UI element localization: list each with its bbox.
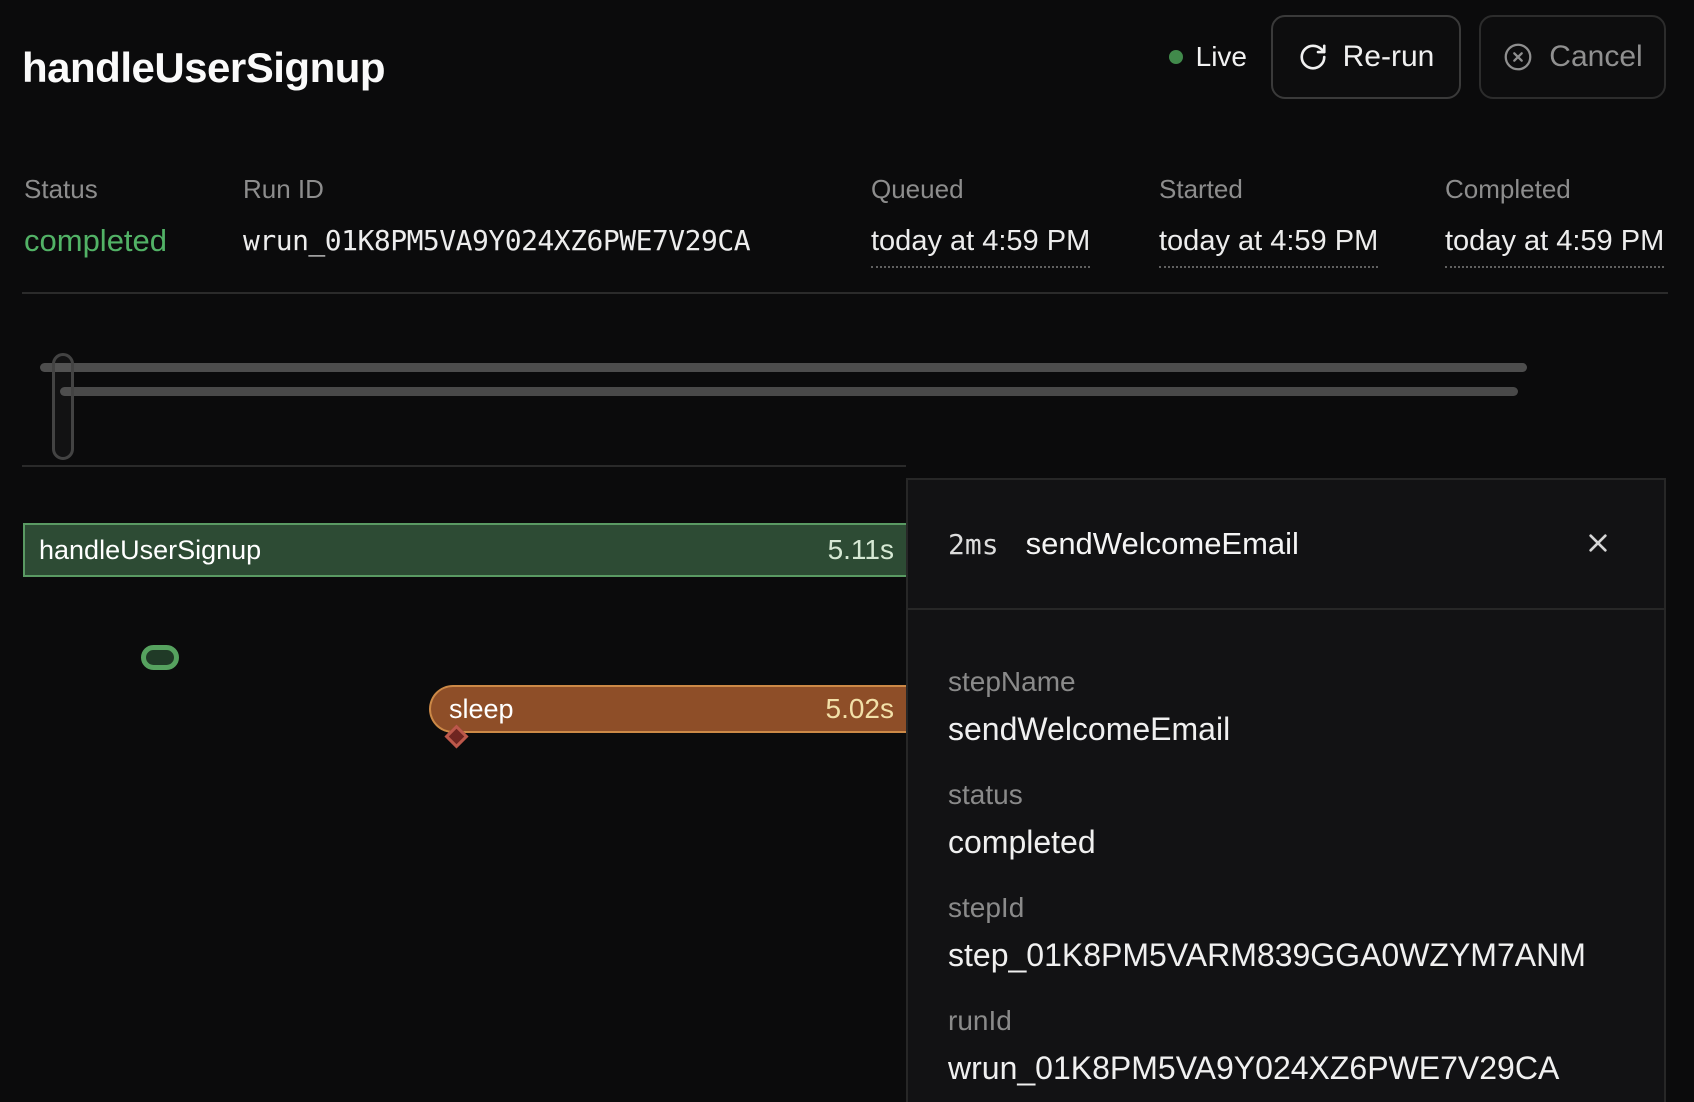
queued-time[interactable]: today at 4:59 PM	[871, 222, 1090, 268]
cancel-circle-x-icon	[1502, 41, 1534, 73]
panel-close-button[interactable]	[1578, 523, 1618, 566]
field-value: completed	[948, 822, 1634, 862]
completed-time[interactable]: today at 4:59 PM	[1445, 222, 1664, 268]
meta-run-id: Run ID wrun_01K8PM5VA9Y024XZ6PWE7V29CA	[243, 172, 750, 260]
field-label: status	[948, 777, 1634, 813]
span-name: handleUserSignup	[39, 535, 261, 566]
meta-queued-label: Queued	[871, 172, 1090, 206]
meta-queued: Queued today at 4:59 PM	[871, 172, 1090, 268]
field-value: step_01K8PM5VARM839GGA0WZYM7ANM	[948, 935, 1634, 975]
minimap-brush-handle[interactable]	[52, 353, 74, 460]
step-detail-panel: 2ms sendWelcomeEmail stepName sendWelcom…	[906, 478, 1666, 1102]
cancel-label: Cancel	[1549, 40, 1642, 74]
page-title: handleUserSignup	[22, 44, 385, 92]
span-duration: 5.11s	[828, 534, 894, 566]
status-badge: completed	[24, 222, 167, 260]
field-value: sendWelcomeEmail	[948, 709, 1634, 749]
field-value: wrun_01K8PM5VA9Y024XZ6PWE7V29CA	[948, 1048, 1634, 1088]
step-detail-header: 2ms sendWelcomeEmail	[908, 480, 1664, 610]
field-label: stepName	[948, 664, 1634, 700]
step-detail-body: stepName sendWelcomeEmail status complet…	[908, 610, 1664, 1088]
field-label: stepId	[948, 890, 1634, 926]
span-handleUserSignup[interactable]: handleUserSignup 5.11s	[23, 523, 906, 577]
span-name: sleep	[449, 694, 514, 725]
meta-started: Started today at 4:59 PM	[1159, 172, 1378, 268]
started-time[interactable]: today at 4:59 PM	[1159, 222, 1378, 268]
meta-started-label: Started	[1159, 172, 1378, 206]
span-sendWelcomeEmail-pill[interactable]	[141, 645, 179, 670]
span-duration: 5.02s	[826, 693, 895, 725]
step-duration-badge: 2ms	[948, 528, 999, 561]
meta-status: Status completed	[24, 172, 167, 260]
minimap-track-bar-1[interactable]	[40, 363, 1527, 372]
header-actions: Live Re-run Cancel	[1169, 15, 1666, 99]
meta-run-id-label: Run ID	[243, 172, 750, 206]
minimap-track-bar-2[interactable]	[60, 387, 1518, 396]
rerun-button[interactable]: Re-run	[1271, 15, 1461, 99]
field-stepId: stepId step_01K8PM5VARM839GGA0WZYM7ANM	[948, 890, 1634, 975]
field-status: status completed	[948, 777, 1634, 862]
field-label: runId	[948, 1003, 1634, 1039]
chart-top-border	[22, 465, 906, 467]
meta-completed-label: Completed	[1445, 172, 1664, 206]
refresh-icon	[1298, 42, 1328, 72]
field-runId: runId wrun_01K8PM5VA9Y024XZ6PWE7V29CA	[948, 1003, 1634, 1088]
cancel-button[interactable]: Cancel	[1479, 15, 1666, 99]
live-indicator: Live	[1169, 41, 1247, 73]
step-detail-title: sendWelcomeEmail	[1026, 526, 1299, 562]
live-label: Live	[1196, 41, 1247, 73]
meta-status-label: Status	[24, 172, 167, 206]
live-dot-icon	[1169, 50, 1183, 64]
field-stepName: stepName sendWelcomeEmail	[948, 664, 1634, 749]
header-divider	[22, 292, 1668, 294]
span-sleep[interactable]: sleep 5.02s	[429, 685, 906, 733]
rerun-label: Re-run	[1343, 40, 1435, 74]
run-id-value: wrun_01K8PM5VA9Y024XZ6PWE7V29CA	[243, 222, 750, 260]
close-icon	[1582, 527, 1614, 562]
meta-completed: Completed today at 4:59 PM	[1445, 172, 1664, 268]
